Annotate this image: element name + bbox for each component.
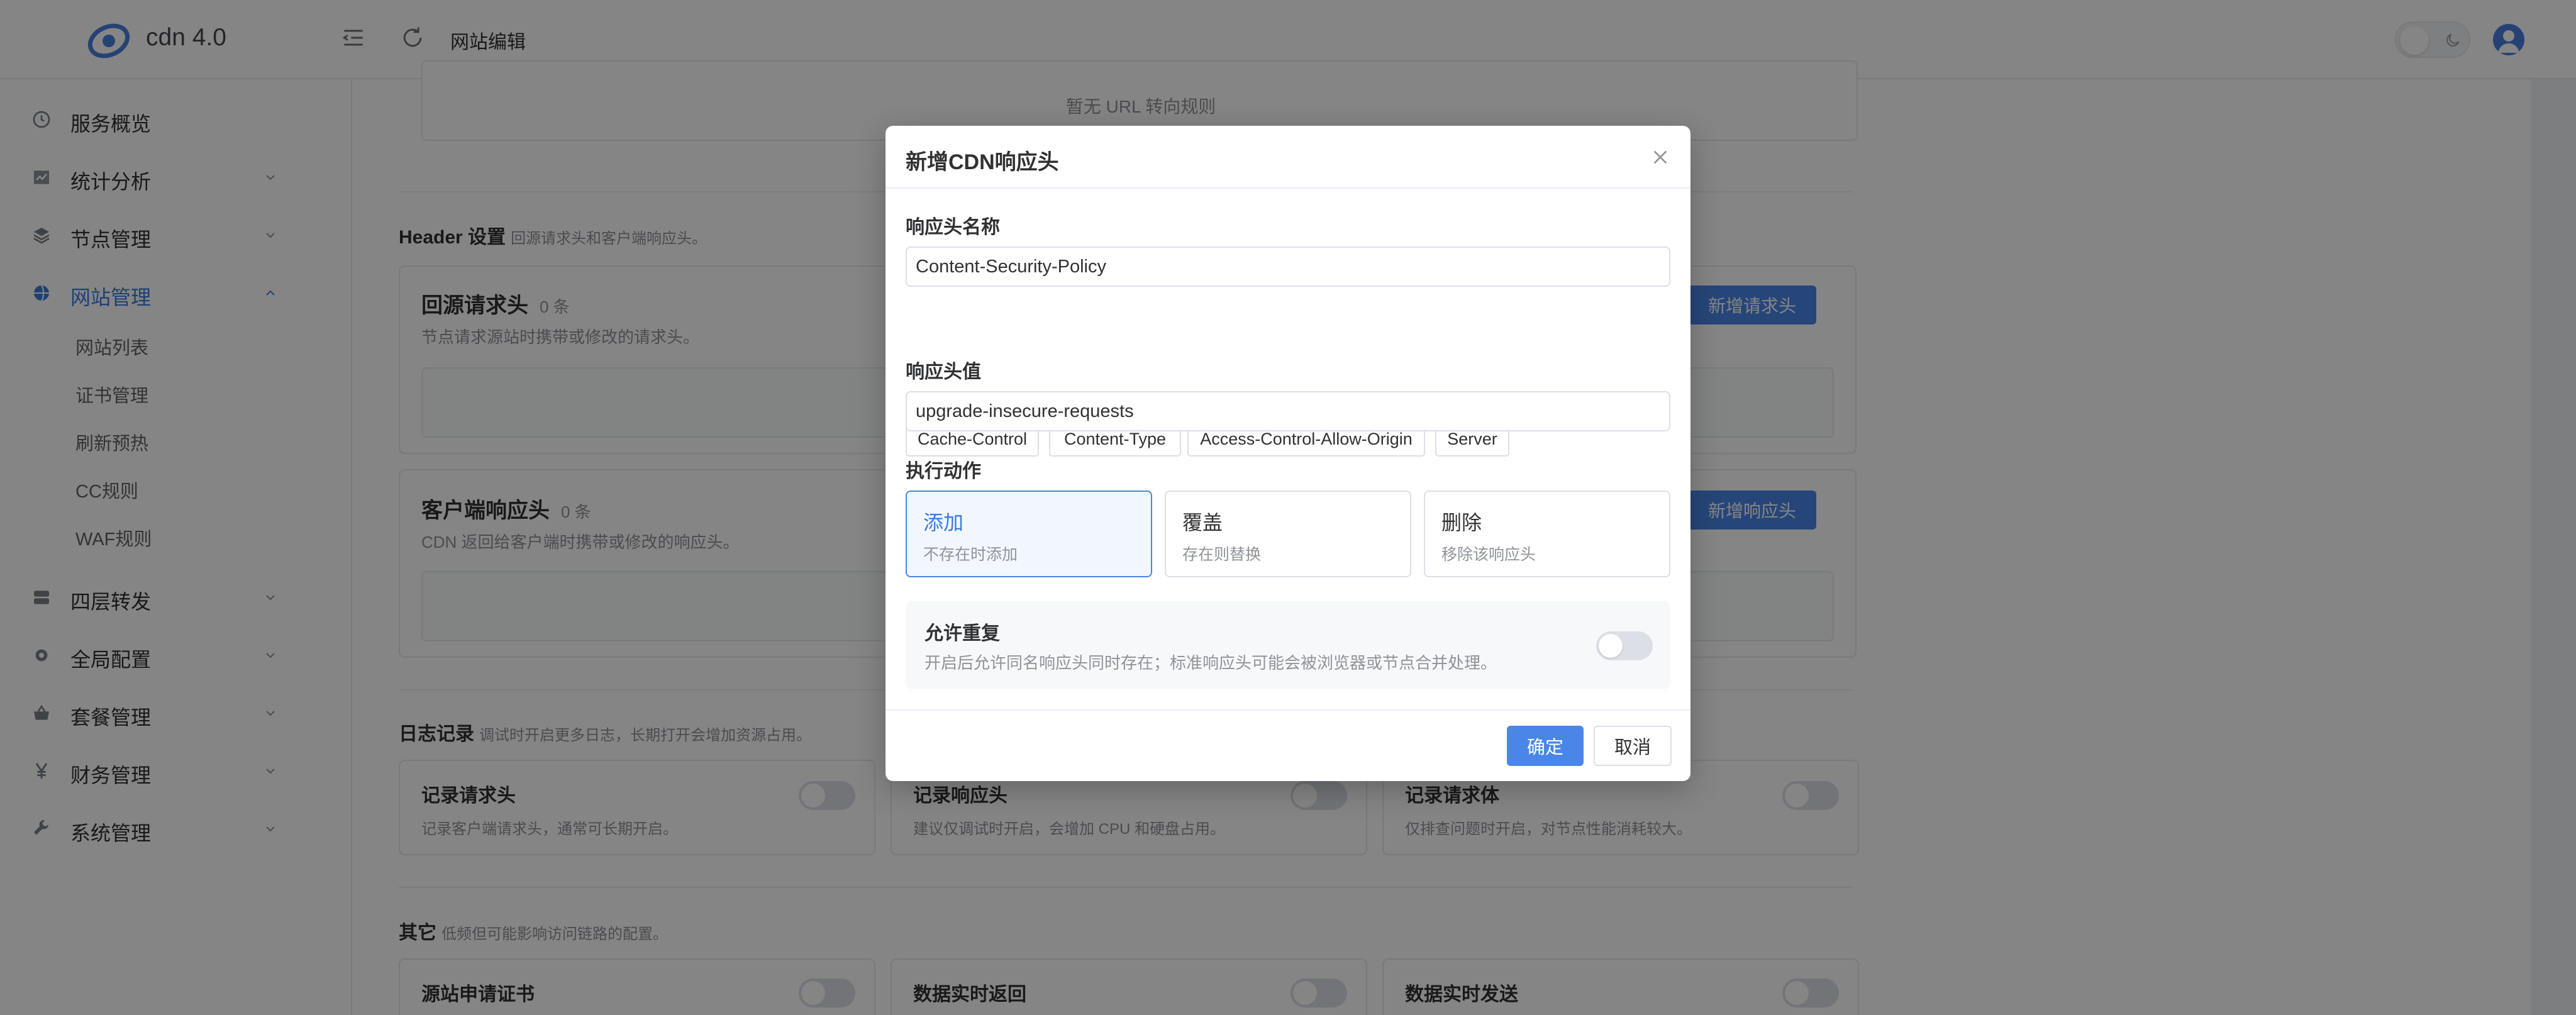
action-option-title: 覆盖 [1182,511,1223,534]
action-label: 执行动作 [906,461,981,482]
header-name-label: 响应头名称 [906,217,1000,238]
allow-duplicate-desc: 开启后允许同名响应头同时存在；标准响应头可能会被浏览器或节点合并处理。 [924,653,1497,672]
action-option-desc: 移除该响应头 [1441,546,1536,563]
dialog-footer-divider [886,709,1690,711]
dialog-header: 新增CDN响应头 [886,126,1690,189]
action-option-add[interactable]: 添加 不存在时添加 [906,491,1152,577]
header-value-label: 响应头值 [906,362,981,382]
allow-duplicate-panel: 允许重复 开启后允许同名响应头同时存在；标准响应头可能会被浏览器或节点合并处理。 [906,601,1670,689]
cancel-button[interactable]: 取消 [1594,726,1672,766]
confirm-button[interactable]: 确定 [1507,726,1584,766]
action-option-delete[interactable]: 删除 移除该响应头 [1424,491,1670,577]
action-option-title: 添加 [923,511,964,534]
allow-duplicate-title: 允许重复 [924,623,1000,644]
close-icon[interactable] [1650,147,1670,167]
header-value-input[interactable] [906,391,1670,431]
dialog-title: 新增CDN响应头 [906,150,1059,174]
action-option-desc: 不存在时添加 [923,546,1018,563]
header-name-input[interactable] [906,247,1670,287]
action-option-title: 删除 [1441,511,1482,534]
action-option-override[interactable]: 覆盖 存在则替换 [1165,491,1411,577]
allow-duplicate-toggle[interactable] [1596,631,1653,660]
action-option-desc: 存在则替换 [1182,546,1262,563]
add-response-header-dialog: 新增CDN响应头 响应头名称 Cache-Control Content-Typ… [886,126,1690,781]
